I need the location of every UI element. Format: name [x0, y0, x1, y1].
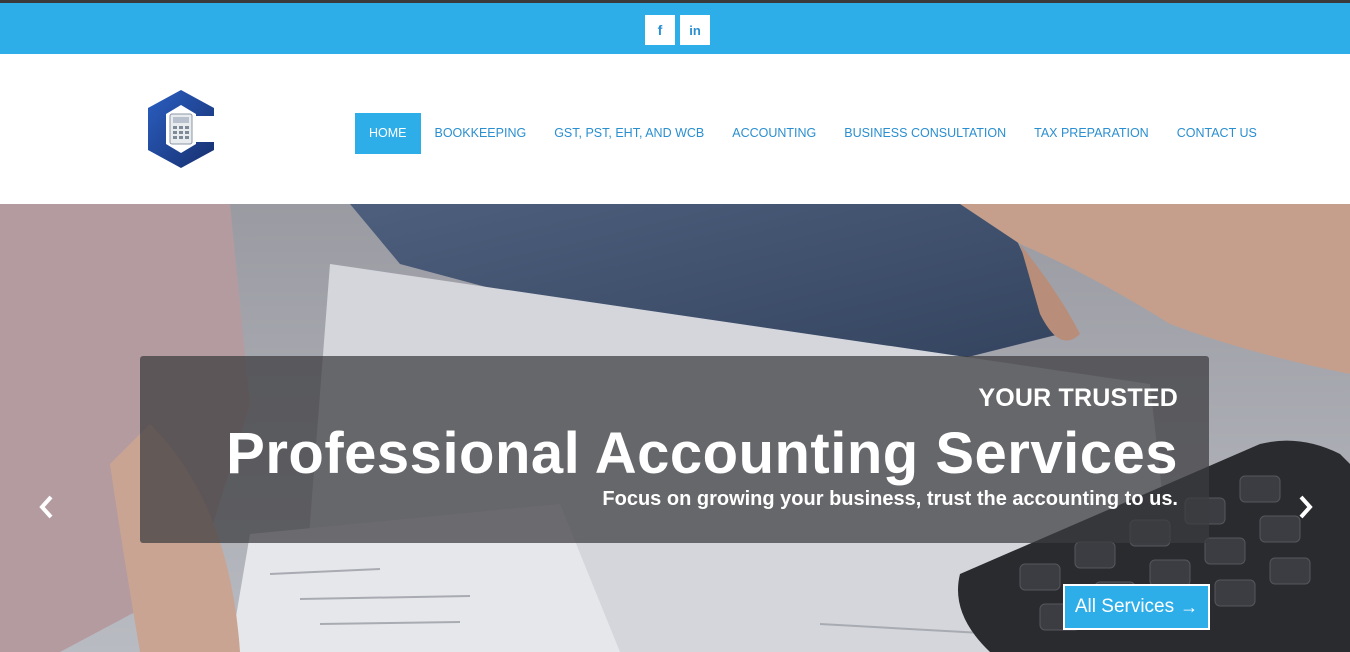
- hero-kicker: YOUR TRUSTED: [978, 384, 1178, 412]
- social-bar: f in: [0, 3, 1350, 54]
- arrow-right-icon: →: [1180, 596, 1199, 617]
- slider-next-arrow-icon[interactable]: [1290, 492, 1320, 522]
- nav-tax-preparation[interactable]: TAX PREPARATION: [1020, 113, 1163, 154]
- all-services-label: All Services: [1074, 596, 1175, 617]
- nav-bookkeeping[interactable]: BOOKKEEPING: [421, 113, 541, 154]
- hero-title: Professional Accounting Services: [226, 421, 1178, 486]
- nav-home[interactable]: HOME: [355, 113, 421, 154]
- all-services-button[interactable]: All Services →: [1063, 584, 1210, 630]
- nav-gst-pst-eht-wcb[interactable]: GST, PST, EHT, AND WCB: [540, 113, 718, 154]
- nav-accounting[interactable]: ACCOUNTING: [718, 113, 830, 154]
- hero-slider: YOUR TRUSTED Professional Accounting Ser…: [0, 204, 1350, 652]
- hero-caption-box: YOUR TRUSTED Professional Accounting Ser…: [140, 356, 1209, 543]
- facebook-icon[interactable]: f: [645, 15, 675, 45]
- linkedin-glyph: in: [689, 22, 701, 38]
- hero-subtitle: Focus on growing your business, trust th…: [602, 488, 1178, 510]
- linkedin-icon[interactable]: in: [680, 15, 710, 45]
- nav-contact-us[interactable]: CONTACT US: [1163, 113, 1271, 154]
- company-logo[interactable]: [146, 88, 216, 170]
- facebook-glyph: f: [657, 22, 663, 38]
- slider-prev-arrow-icon[interactable]: [32, 492, 62, 522]
- main-nav: HOME BOOKKEEPING GST, PST, EHT, AND WCB …: [355, 113, 1271, 154]
- nav-business-consultation[interactable]: BUSINESS CONSULTATION: [830, 113, 1020, 154]
- site-header: HOME BOOKKEEPING GST, PST, EHT, AND WCB …: [0, 54, 1350, 204]
